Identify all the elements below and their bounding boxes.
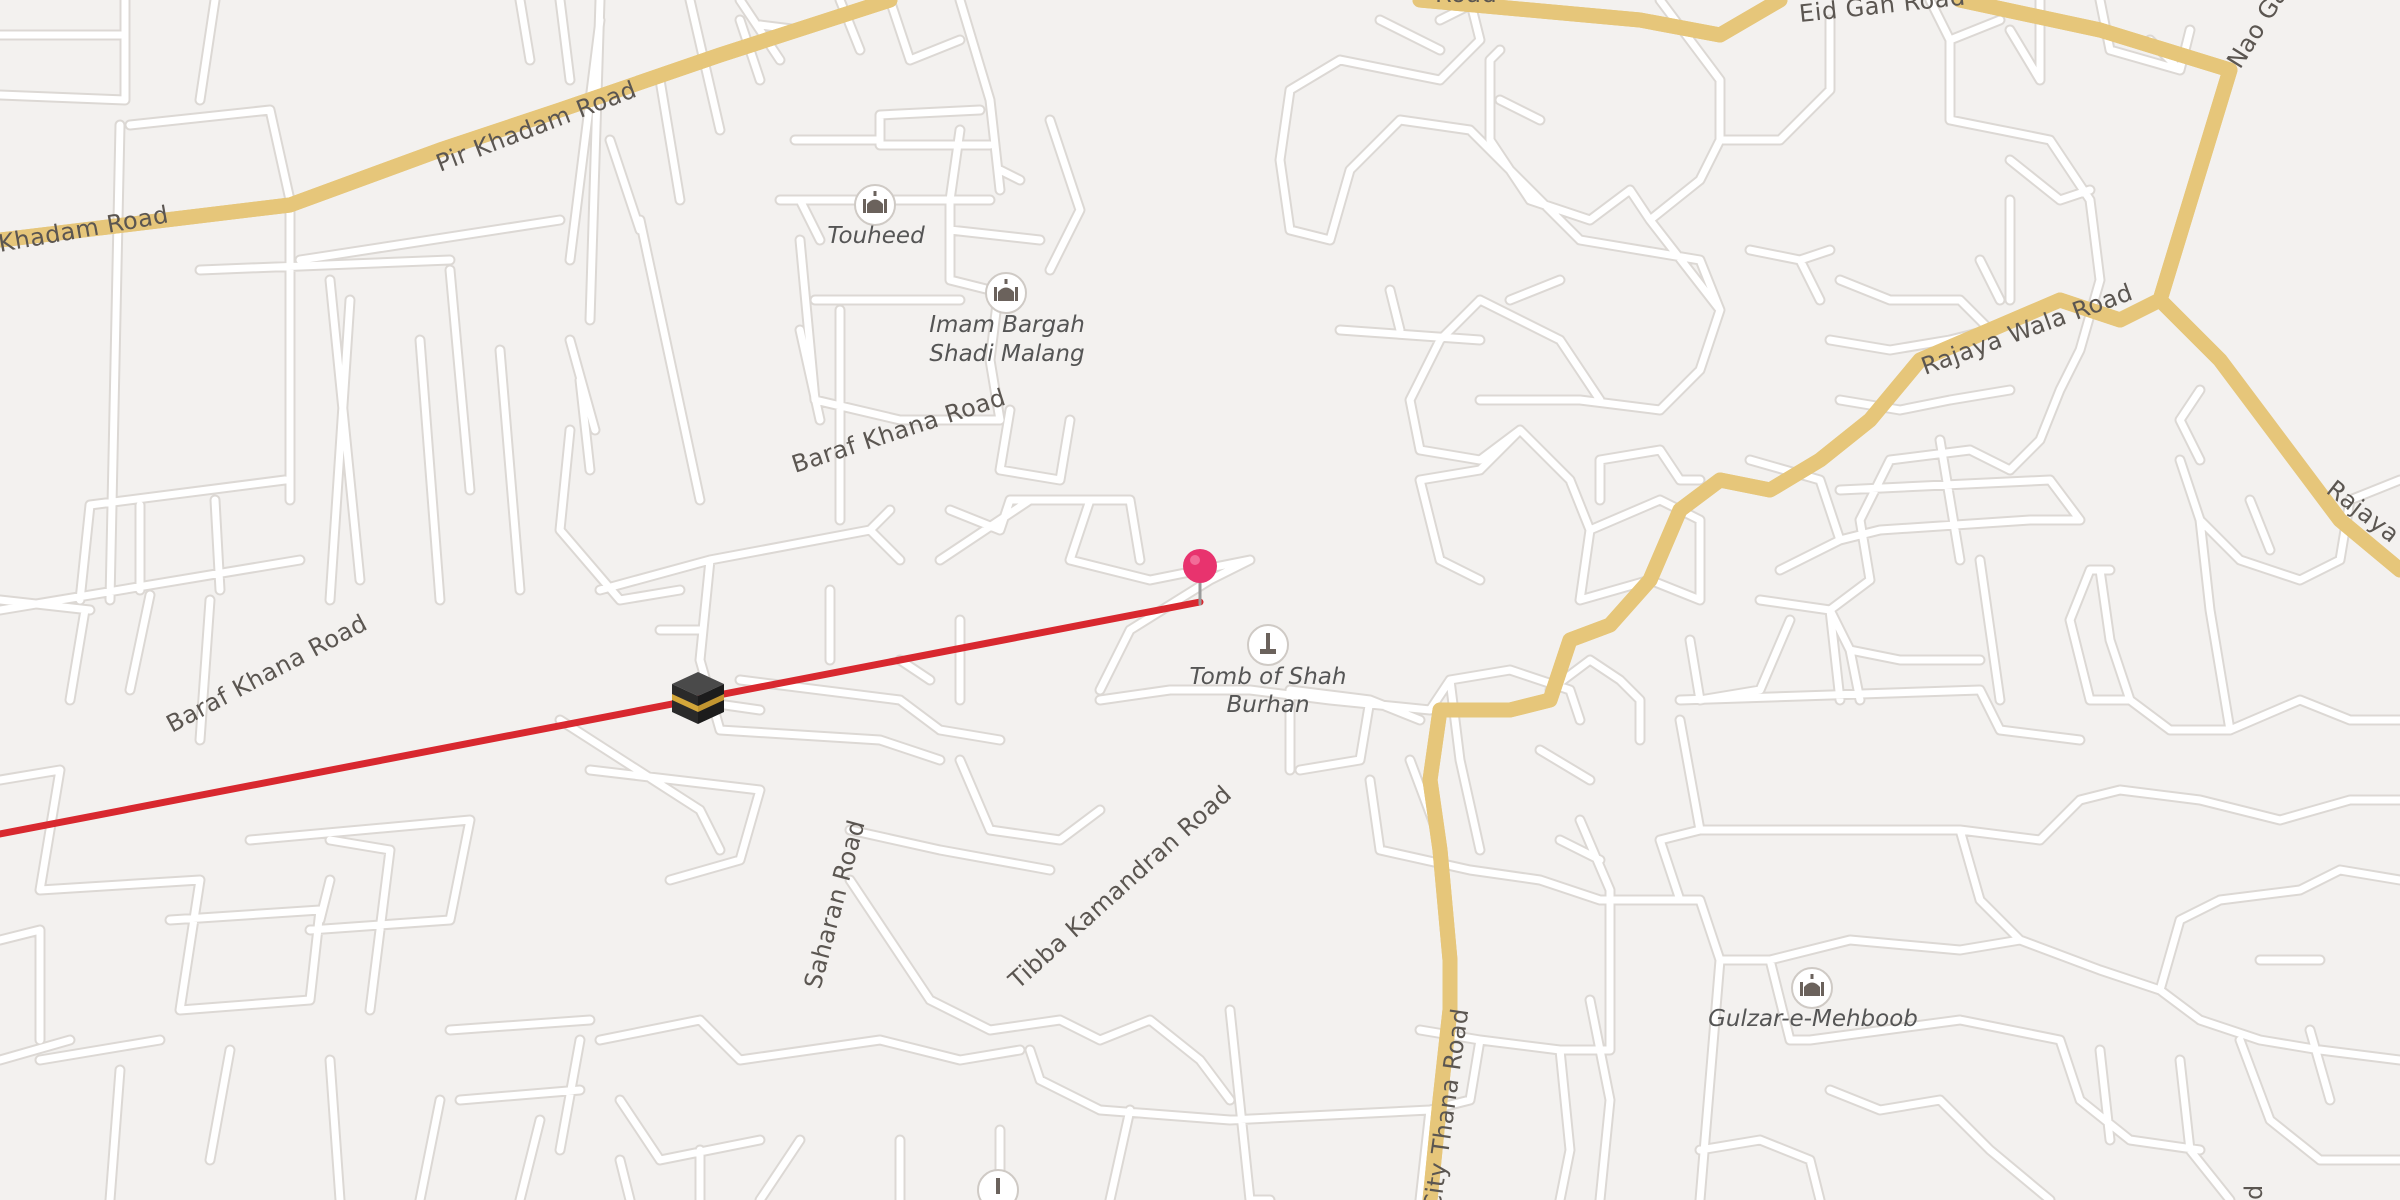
poi-label-gulzar-e-mehboob: Gulzar-e-Mehboob	[1708, 1006, 1918, 1032]
tomb-icon	[1247, 624, 1289, 666]
poi-label-tomb-line2: Burhan	[1226, 692, 1309, 718]
map-canvas[interactable]: Khadam Road Pir Khadam Road Baraf Khana …	[0, 0, 2400, 1200]
poi-label-imam-bargah-line1: Imam Bargah	[929, 312, 1085, 338]
map-view[interactable]: Khadam Road Pir Khadam Road Baraf Khana …	[0, 0, 2400, 1200]
mosque-icon	[1791, 967, 1833, 1009]
poi-label-tomb-line1: Tomb of Shah	[1190, 664, 1347, 690]
mosque-icon	[985, 272, 1027, 314]
tomb-icon	[977, 1169, 1019, 1200]
mosque-icon	[854, 184, 896, 226]
road-label-edge-d: d	[2240, 1184, 2268, 1200]
poi-bottom-partial[interactable]	[977, 1169, 1019, 1200]
poi-label-touheed: Touheed	[827, 223, 925, 249]
poi-label-imam-bargah-line2: Shadi Malang	[929, 341, 1084, 367]
road-label-top-cut: Road	[1435, 0, 1497, 8]
